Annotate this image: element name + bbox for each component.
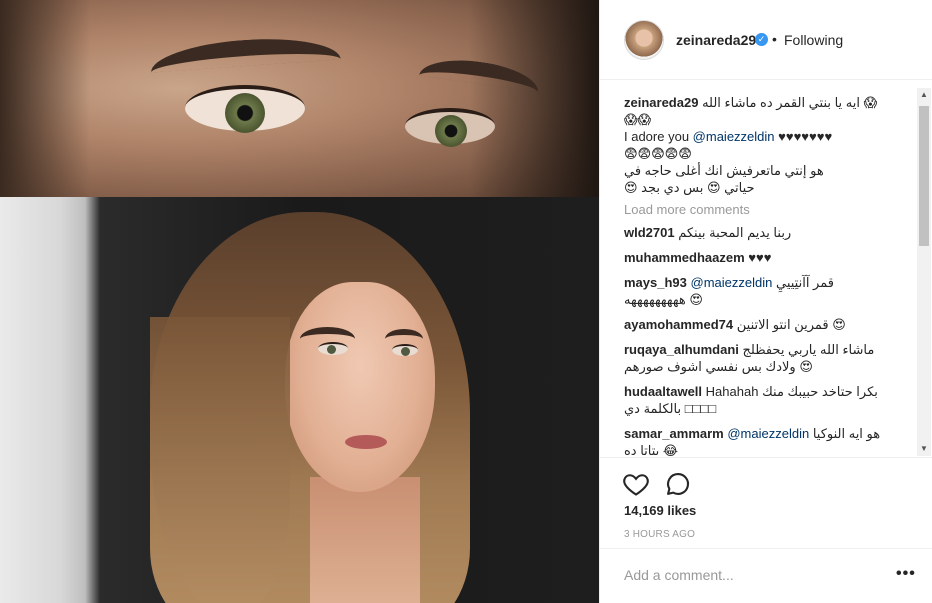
comment-mention[interactable]: @maiezzeldin bbox=[691, 275, 773, 290]
heart-outline-icon[interactable] bbox=[622, 470, 650, 498]
post-timestamp[interactable]: 3 HOURS AGO bbox=[624, 529, 695, 540]
add-comment-input[interactable] bbox=[624, 565, 874, 585]
scroll-down-arrow-icon[interactable]: ▼ bbox=[917, 442, 931, 456]
comment-text: Hahahah bbox=[705, 384, 759, 399]
photo-eyes-closeup bbox=[0, 0, 599, 197]
comments-list: zeinareda29 ايه يا بنتي القمر ده ماشاء ا… bbox=[600, 80, 932, 456]
comment-username[interactable]: muhammedhaazem bbox=[624, 250, 745, 265]
following-button[interactable]: Following bbox=[784, 32, 843, 48]
comments-scrollbar[interactable]: ▲ ▼ bbox=[917, 88, 931, 456]
caption-mention[interactable]: @maiezzeldin bbox=[693, 129, 775, 144]
comment-username[interactable]: mays_h93 bbox=[624, 275, 687, 290]
caption-line2-text: I adore you bbox=[624, 129, 690, 144]
list-item: ayamohammed74 قمرين انتو الاتنين 😍 bbox=[624, 316, 890, 333]
comment-text: قمرين انتو الاتنين 😍 bbox=[736, 317, 846, 332]
comment-mention[interactable]: @maiezzeldin bbox=[727, 426, 809, 441]
post-header: zeinareda29 ✓ • Following bbox=[600, 0, 932, 80]
post-media[interactable] bbox=[0, 0, 599, 603]
verified-badge-icon: ✓ bbox=[755, 33, 768, 46]
caption-hearts: ♥♥♥♥♥♥♥ bbox=[778, 129, 833, 144]
comment-username[interactable]: ruqaya_alhumdani bbox=[624, 342, 739, 357]
comment-username[interactable]: wld2701 bbox=[624, 225, 675, 240]
list-item: wld2701 ربنا يديم المحبة بينكم bbox=[624, 224, 890, 241]
post-actions: 14,169 likes 3 HOURS AGO bbox=[600, 457, 932, 547]
username-link[interactable]: zeinareda29 bbox=[676, 32, 756, 48]
comment-username[interactable]: ayamohammed74 bbox=[624, 317, 733, 332]
list-item: muhammedhaazem ♥♥♥ bbox=[624, 249, 890, 266]
caption-username[interactable]: zeinareda29 bbox=[624, 95, 698, 110]
load-more-comments-button[interactable]: Load more comments bbox=[624, 201, 890, 218]
caption-line4: هو إنتي ماتعرفيش انك أغلى حاجه في حياتي … bbox=[624, 163, 824, 195]
scroll-thumb[interactable] bbox=[919, 106, 929, 246]
comment-username[interactable]: samar_ammarm bbox=[624, 426, 724, 441]
list-item: samar_ammarm @maiezzeldin هو ايه النوكيا… bbox=[624, 425, 890, 456]
list-item: ruqaya_alhumdani ماشاء الله ياربي يحفظلج… bbox=[624, 341, 890, 375]
avatar[interactable] bbox=[624, 20, 664, 60]
add-comment-bar: ••• bbox=[600, 548, 932, 603]
scroll-up-arrow-icon[interactable]: ▲ bbox=[917, 88, 931, 102]
speech-bubble-icon[interactable] bbox=[664, 470, 692, 498]
comment-text: ربنا يديم المحبة بينكم bbox=[678, 225, 792, 240]
post-caption: zeinareda29 ايه يا بنتي القمر ده ماشاء ا… bbox=[624, 94, 890, 196]
separator-dot: • bbox=[772, 31, 777, 47]
list-item: mays_h93 @maiezzeldin قمر آآنتِيييِ هههه… bbox=[624, 274, 890, 308]
photo-portrait bbox=[0, 197, 599, 603]
comment-username[interactable]: hudaaltawell bbox=[624, 384, 702, 399]
caption-line3: 😨😨😨😨😨 bbox=[624, 146, 692, 161]
post-side-panel: zeinareda29 ✓ • Following zeinareda29 اي… bbox=[599, 0, 932, 603]
comment-text: ♥♥♥ bbox=[748, 250, 772, 265]
likes-count[interactable]: 14,169 likes bbox=[624, 503, 696, 518]
list-item: hudaaltawell Hahahah بكرا حتاخد حبيبك من… bbox=[624, 383, 890, 417]
more-options-icon[interactable]: ••• bbox=[896, 565, 916, 583]
